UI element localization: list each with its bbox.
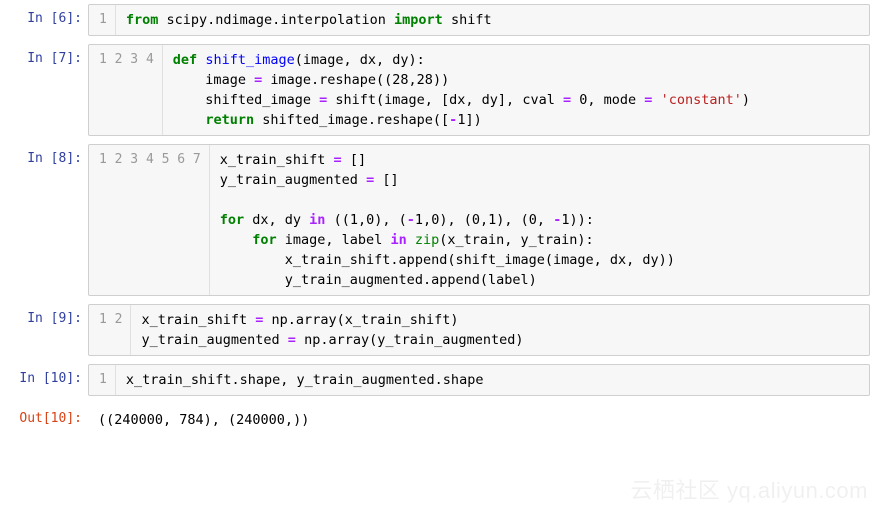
notebook-root: In [6]:1from scipy.ndimage.interpolation… xyxy=(0,0,876,440)
input-prompt: In [9]: xyxy=(0,304,88,328)
code-content[interactable]: def shift_image(image, dx, dy): image = … xyxy=(163,45,869,135)
line-gutter: 1 xyxy=(89,5,116,35)
input-prompt: In [10]: xyxy=(0,364,88,388)
input-cell: In [7]:1 2 3 4def shift_image(image, dx,… xyxy=(0,40,876,140)
input-cell: In [6]:1from scipy.ndimage.interpolation… xyxy=(0,0,876,40)
code-content[interactable]: from scipy.ndimage.interpolation import … xyxy=(116,5,869,35)
input-cell: In [10]:1x_train_shift.shape, y_train_au… xyxy=(0,360,876,400)
line-gutter: 1 2 3 4 xyxy=(89,45,163,135)
line-gutter: 1 xyxy=(89,365,116,395)
input-cell: In [8]:1 2 3 4 5 6 7x_train_shift = [] y… xyxy=(0,140,876,300)
code-input-area[interactable]: 1 2x_train_shift = np.array(x_train_shif… xyxy=(88,304,870,356)
watermark-text: 云栖社区 yq.aliyun.com xyxy=(630,473,868,505)
code-content[interactable]: x_train_shift = np.array(x_train_shift) … xyxy=(131,305,869,355)
code-input-area[interactable]: 1 2 3 4def shift_image(image, dx, dy): i… xyxy=(88,44,870,136)
input-prompt: In [6]: xyxy=(0,4,88,28)
code-input-area[interactable]: 1 2 3 4 5 6 7x_train_shift = [] y_train_… xyxy=(88,144,870,296)
code-input-area[interactable]: 1x_train_shift.shape, y_train_augmented.… xyxy=(88,364,870,396)
input-prompt: In [8]: xyxy=(0,144,88,168)
output-cell: Out[10]:((240000, 784), (240000,)) xyxy=(0,400,876,440)
input-cell: In [9]:1 2x_train_shift = np.array(x_tra… xyxy=(0,300,876,360)
output-content: ((240000, 784), (240000,)) xyxy=(88,404,876,436)
line-gutter: 1 2 xyxy=(89,305,131,355)
line-gutter: 1 2 3 4 5 6 7 xyxy=(89,145,210,295)
input-prompt: In [7]: xyxy=(0,44,88,68)
code-content[interactable]: x_train_shift.shape, y_train_augmented.s… xyxy=(116,365,869,395)
output-prompt: Out[10]: xyxy=(0,404,88,428)
code-input-area[interactable]: 1from scipy.ndimage.interpolation import… xyxy=(88,4,870,36)
code-content[interactable]: x_train_shift = [] y_train_augmented = [… xyxy=(210,145,869,295)
